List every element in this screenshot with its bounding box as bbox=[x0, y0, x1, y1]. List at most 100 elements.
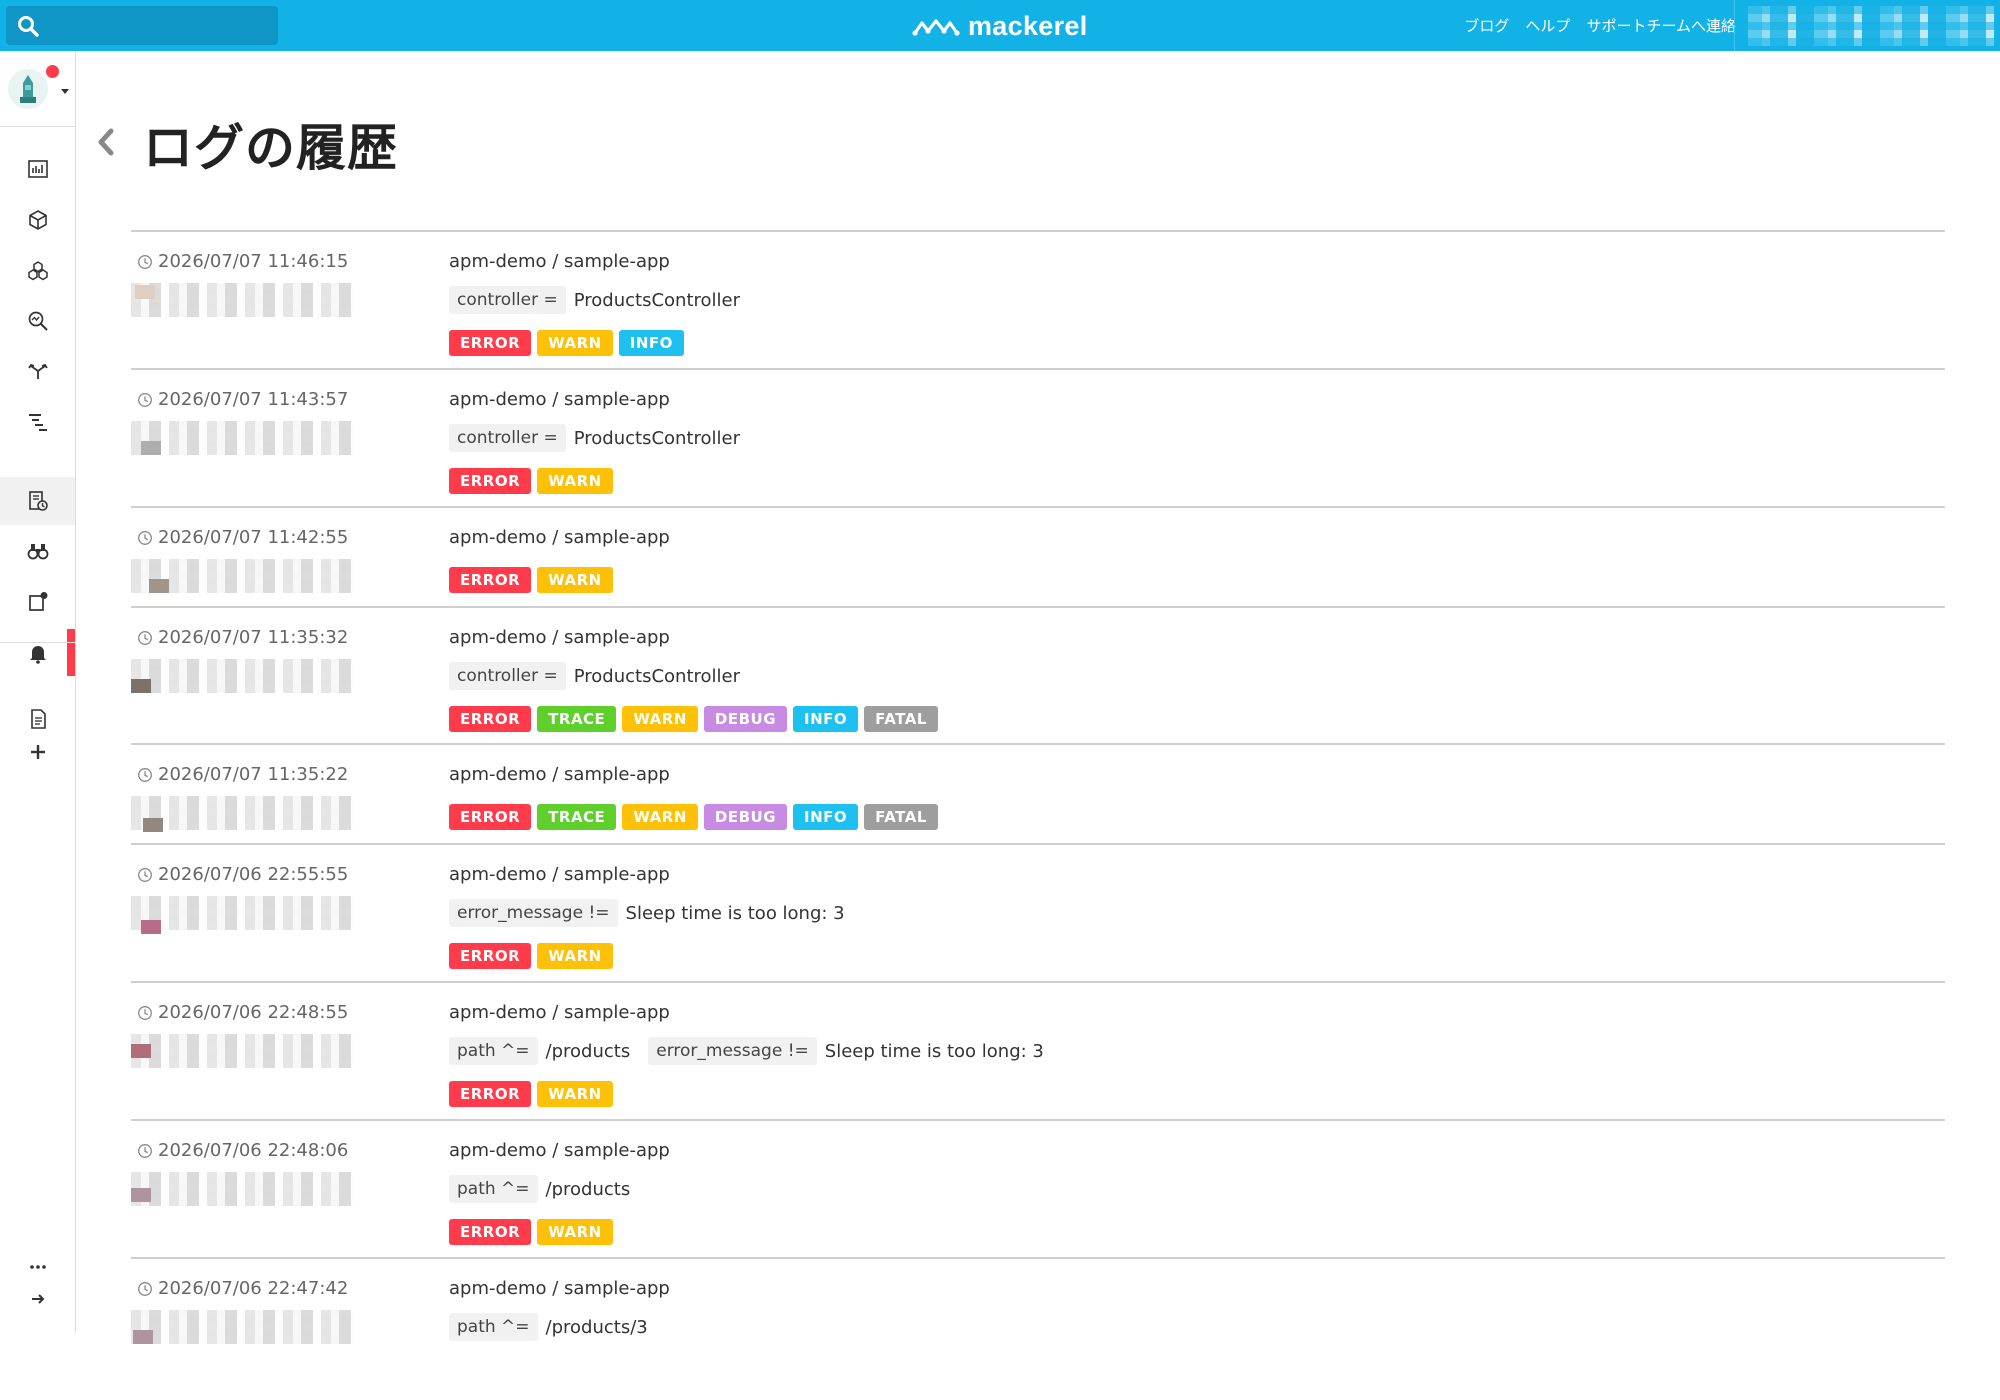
log-history-row[interactable]: 2026/07/07 11:35:22 apm-demo / sample-app… bbox=[131, 744, 1945, 844]
timestamp-text: 2026/07/07 11:43:57 bbox=[158, 389, 349, 410]
clock-icon bbox=[138, 867, 152, 882]
connections-icon bbox=[27, 363, 48, 379]
service-name: apm-demo / sample-app bbox=[449, 389, 670, 410]
level-badge-warn: WARN bbox=[537, 330, 613, 356]
redacted-pixel bbox=[131, 679, 151, 693]
document-icon bbox=[30, 709, 46, 729]
add-icon bbox=[30, 745, 45, 759]
redacted-pixel bbox=[149, 579, 169, 593]
redacted-pixel bbox=[131, 1188, 151, 1202]
sidebar-item-alerts[interactable] bbox=[0, 629, 75, 677]
traces-icon bbox=[28, 414, 47, 431]
clock-icon bbox=[138, 1143, 152, 1158]
log-history-row[interactable]: 2026/07/06 22:48:55 apm-demo / sample-app… bbox=[131, 982, 1945, 1120]
filter-key-chip: error_message != bbox=[449, 899, 618, 927]
log-history-row[interactable]: 2026/07/06 22:48:06 apm-demo / sample-app… bbox=[131, 1120, 1945, 1258]
level-badge-fatal: FATAL bbox=[864, 804, 938, 830]
service-name: apm-demo / sample-app bbox=[449, 1140, 670, 1161]
level-badge-trace: TRACE bbox=[537, 706, 617, 732]
search-input[interactable] bbox=[6, 6, 278, 45]
sidebar-item-logs-history[interactable] bbox=[0, 477, 75, 525]
timestamp-text: 2026/07/06 22:48:06 bbox=[158, 1140, 349, 1161]
redacted-user bbox=[131, 283, 353, 317]
page-title: ログの履歴 bbox=[143, 119, 398, 177]
sidebar-item-watch[interactable] bbox=[0, 527, 75, 575]
log-history-row[interactable]: 2026/07/07 11:43:57 apm-demo / sample-app… bbox=[131, 369, 1945, 507]
log-history-row[interactable]: 2026/07/07 11:35:32 apm-demo / sample-app… bbox=[131, 607, 1945, 744]
clock-icon bbox=[138, 392, 152, 407]
sidebar-item-monitors[interactable] bbox=[0, 578, 75, 626]
redacted-user bbox=[131, 1034, 353, 1068]
level-badges: ERROR WARN bbox=[449, 1219, 613, 1245]
back-chevron-icon[interactable] bbox=[92, 124, 120, 160]
sidebar-item-traces[interactable] bbox=[0, 398, 75, 446]
sidebar-item-hosts[interactable] bbox=[0, 196, 75, 244]
sidebar-item-trace-search[interactable] bbox=[0, 297, 75, 345]
level-badge-error: ERROR bbox=[449, 1219, 532, 1245]
sidebar-item-add[interactable] bbox=[0, 732, 75, 772]
level-badges: ERROR TRACE WARN DEBUG INFO FATAL bbox=[449, 804, 938, 830]
timestamp: 2026/07/07 11:35:32 bbox=[137, 627, 348, 648]
level-badge-error: ERROR bbox=[449, 468, 532, 494]
nav-help-link[interactable]: ヘルプ bbox=[1525, 15, 1570, 36]
log-history-row[interactable]: 2026/07/06 22:47:42 apm-demo / sample-app… bbox=[131, 1258, 1945, 1400]
sidebar-item-services[interactable] bbox=[0, 247, 75, 295]
sidebar-item-connections[interactable] bbox=[0, 347, 75, 395]
filter-value: Sleep time is too long: 3 bbox=[625, 902, 845, 924]
redacted-pixel bbox=[141, 441, 161, 455]
service-name: apm-demo / sample-app bbox=[449, 627, 670, 648]
collapse-icon bbox=[31, 1294, 44, 1304]
timestamp-text: 2026/07/07 11:35:32 bbox=[158, 627, 349, 648]
log-history-row[interactable]: 2026/07/06 22:55:55 apm-demo / sample-app… bbox=[131, 844, 1945, 982]
query-filters: path ^= /products error_message != Sleep ti… bbox=[449, 1037, 1054, 1065]
log-history-row[interactable]: 2026/07/07 11:42:55 apm-demo / sample-app… bbox=[131, 507, 1945, 607]
level-badges: ERROR WARN INFO bbox=[449, 330, 684, 356]
sidebar-collapse[interactable] bbox=[0, 1281, 75, 1317]
more-icon bbox=[29, 1265, 46, 1269]
sidebar-divider bbox=[0, 126, 75, 127]
trace-search-icon bbox=[28, 311, 48, 331]
timestamp-text: 2026/07/06 22:55:55 bbox=[158, 864, 349, 885]
organization-switcher[interactable] bbox=[1748, 6, 1996, 46]
top-header: mackerel ブログ ヘルプ サポートチームへ連絡 bbox=[0, 0, 2000, 51]
service-name: apm-demo / sample-app bbox=[449, 1002, 670, 1023]
level-badge-warn: WARN bbox=[622, 804, 698, 830]
level-badge-error: ERROR bbox=[449, 943, 532, 969]
search-icon bbox=[18, 16, 39, 37]
level-badge-error: ERROR bbox=[449, 1081, 532, 1107]
level-badge-debug: DEBUG bbox=[703, 804, 788, 830]
timestamp-text: 2026/07/07 11:46:15 bbox=[158, 251, 349, 272]
brand-logo[interactable]: mackerel bbox=[912, 9, 1088, 43]
filter-key-chip: controller = bbox=[449, 286, 566, 314]
timestamp: 2026/07/07 11:46:15 bbox=[137, 251, 348, 272]
filter-key-chip: path ^= bbox=[449, 1037, 538, 1065]
query-filters: path ^= /products/3 bbox=[449, 1313, 658, 1341]
service-name: apm-demo / sample-app bbox=[449, 864, 670, 885]
timestamp: 2026/07/07 11:35:22 bbox=[137, 764, 348, 785]
redacted-user bbox=[131, 1172, 353, 1206]
log-history-row[interactable]: 2026/07/07 11:46:15 apm-demo / sample-app… bbox=[131, 231, 1945, 369]
redacted-pixel bbox=[133, 1330, 153, 1344]
nav-blog-link[interactable]: ブログ bbox=[1464, 15, 1509, 36]
timestamp-text: 2026/07/07 11:42:55 bbox=[158, 527, 349, 548]
level-badge-error: ERROR bbox=[449, 804, 532, 830]
organization-menu[interactable] bbox=[8, 59, 69, 111]
sidebar-item-dashboard[interactable] bbox=[0, 145, 75, 193]
level-badge-debug: DEBUG bbox=[703, 706, 788, 732]
level-badge-info: INFO bbox=[793, 804, 859, 830]
query-filters: controller = ProductsController bbox=[449, 662, 750, 690]
clock-icon bbox=[138, 630, 152, 645]
dashboard-icon bbox=[27, 160, 48, 178]
redacted-user bbox=[131, 796, 353, 832]
sidebar-more[interactable] bbox=[0, 1249, 75, 1285]
alerts-icon bbox=[29, 646, 46, 664]
sidebar bbox=[0, 51, 76, 1333]
hosts-icon bbox=[28, 210, 47, 230]
service-name: apm-demo / sample-app bbox=[449, 764, 670, 785]
level-badge-warn: WARN bbox=[537, 468, 613, 494]
nav-support-link[interactable]: サポートチームへ連絡 bbox=[1586, 15, 1736, 36]
filter-key-chip: controller = bbox=[449, 424, 566, 452]
service-name: apm-demo / sample-app bbox=[449, 527, 670, 548]
service-name: apm-demo / sample-app bbox=[449, 251, 670, 272]
filter-value: /products bbox=[545, 1040, 631, 1062]
